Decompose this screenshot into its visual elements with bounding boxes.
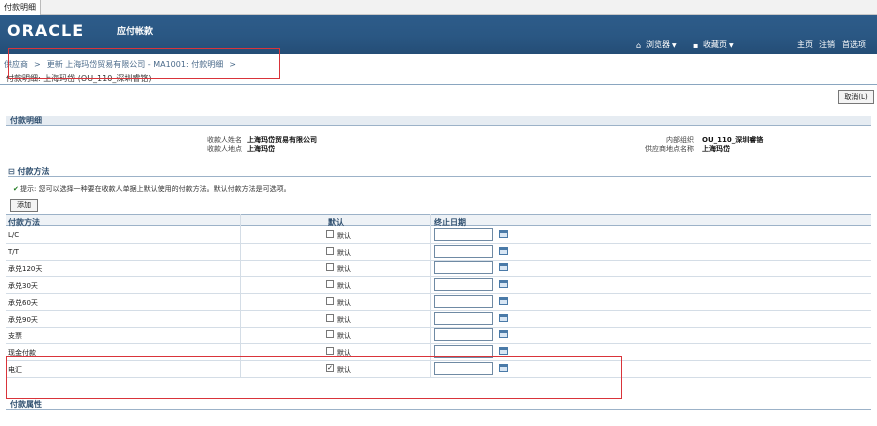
- end-date-input[interactable]: [434, 311, 493, 325]
- default-checkbox[interactable]: [326, 280, 334, 289]
- calendar-icon[interactable]: [499, 230, 508, 238]
- calendar-icon[interactable]: [499, 330, 508, 339]
- calendar-icon[interactable]: [499, 313, 508, 322]
- details-section-header: 付款明细: [6, 116, 871, 126]
- supplier-site-label: 供应商地点名称: [645, 145, 694, 153]
- folder-icon: ▪: [693, 41, 699, 50]
- supplier-site-value: 上海玛岱: [702, 145, 730, 153]
- payee-site-value: 上海玛岱: [247, 145, 275, 153]
- calendar-icon[interactable]: [499, 346, 508, 355]
- preferences-link[interactable]: 首选项: [842, 39, 866, 50]
- add-button[interactable]: 添加: [10, 199, 38, 212]
- table-row: L/C 默认: [6, 227, 871, 244]
- method-cell: 承兑30天: [8, 282, 38, 291]
- logout-link[interactable]: 注销: [819, 39, 835, 50]
- calendar-icon[interactable]: [499, 280, 508, 289]
- home-link[interactable]: 主页: [797, 39, 813, 50]
- default-checkbox[interactable]: [326, 296, 334, 305]
- end-date-input[interactable]: [434, 294, 493, 308]
- end-date-input[interactable]: [434, 278, 493, 292]
- default-checkbox[interactable]: [326, 263, 334, 272]
- annotation-box: [8, 48, 280, 79]
- calendar-icon[interactable]: [499, 263, 508, 272]
- method-cell: 承兑120天: [8, 265, 43, 274]
- window-tab[interactable]: 付款明细: [0, 0, 41, 15]
- chevron-down-icon: ▼: [729, 42, 734, 49]
- table-row: 支票 默认: [6, 327, 871, 345]
- end-date-input[interactable]: [434, 261, 493, 275]
- column-divider: [430, 214, 431, 378]
- method-cell: 承兑90天: [8, 315, 38, 324]
- end-date-input[interactable]: [434, 328, 493, 342]
- favorites-menu-label: 收藏页: [703, 40, 727, 49]
- table-row: T/T 默认: [6, 244, 871, 261]
- payee-site-label: 收款人地点: [207, 145, 242, 153]
- cancel-button[interactable]: 取消(L): [838, 90, 874, 104]
- default-checkbox[interactable]: [326, 346, 334, 355]
- default-checkbox[interactable]: [326, 330, 334, 339]
- table-row: 承兑120天 默认: [6, 260, 871, 278]
- oracle-logo: ORACLE: [7, 21, 85, 40]
- table-header: 付款方法 默认 终止日期: [6, 214, 871, 227]
- default-checkbox[interactable]: [326, 246, 334, 255]
- section-divider: [8, 176, 871, 177]
- table-row: 承兑60天 默认: [6, 294, 871, 311]
- default-checkbox-label: 默认: [337, 232, 351, 240]
- default-checkbox-label: 默认: [337, 298, 351, 307]
- check-icon: ✔: [13, 185, 19, 193]
- end-date-input[interactable]: [434, 228, 493, 241]
- payment-methods-title: 付款方法: [17, 167, 50, 176]
- default-checkbox-label: 默认: [337, 332, 351, 341]
- app-title: 应付帐款: [117, 27, 154, 37]
- default-checkbox-label: 默认: [337, 282, 351, 291]
- method-cell: L/C: [8, 231, 20, 239]
- default-checkbox[interactable]: [326, 313, 334, 322]
- default-checkbox-label: 默认: [337, 248, 351, 257]
- window-tab-strip: 付款明细: [0, 0, 877, 15]
- tip-text: ✔提示: 您可以选择一种要在收款人单据上默认使用的付款方法。默认付款方法是可选项…: [13, 184, 291, 194]
- chevron-down-icon: ▼: [672, 42, 677, 49]
- title-divider: [0, 84, 877, 85]
- attributes-section-header: 付款属性: [6, 400, 871, 410]
- annotation-box: [6, 356, 622, 399]
- column-divider: [240, 214, 241, 378]
- table-row: 承兑90天 默认: [6, 311, 871, 328]
- default-checkbox-label: 默认: [337, 265, 351, 274]
- collapse-icon: ⊟: [8, 167, 15, 176]
- tip-label: 提示: 您可以选择一种要在收款人单据上默认使用的付款方法。默认付款方法是可选项。: [20, 185, 291, 193]
- method-cell: 承兑60天: [8, 298, 38, 307]
- default-checkbox[interactable]: [326, 230, 334, 238]
- home-icon: ⌂: [636, 41, 642, 50]
- calendar-icon[interactable]: [499, 296, 508, 305]
- browser-menu[interactable]: ⌂ 浏览器 ▼: [636, 39, 677, 50]
- favorites-menu[interactable]: ▪ 收藏页 ▼: [693, 39, 734, 50]
- table-row: 承兑30天 默认: [6, 277, 871, 295]
- method-cell: 支票: [8, 332, 22, 341]
- calendar-icon[interactable]: [499, 246, 508, 255]
- method-cell: T/T: [8, 247, 19, 256]
- end-date-input[interactable]: [434, 244, 493, 258]
- default-checkbox-label: 默认: [337, 315, 351, 324]
- browser-menu-label: 浏览器: [646, 40, 670, 49]
